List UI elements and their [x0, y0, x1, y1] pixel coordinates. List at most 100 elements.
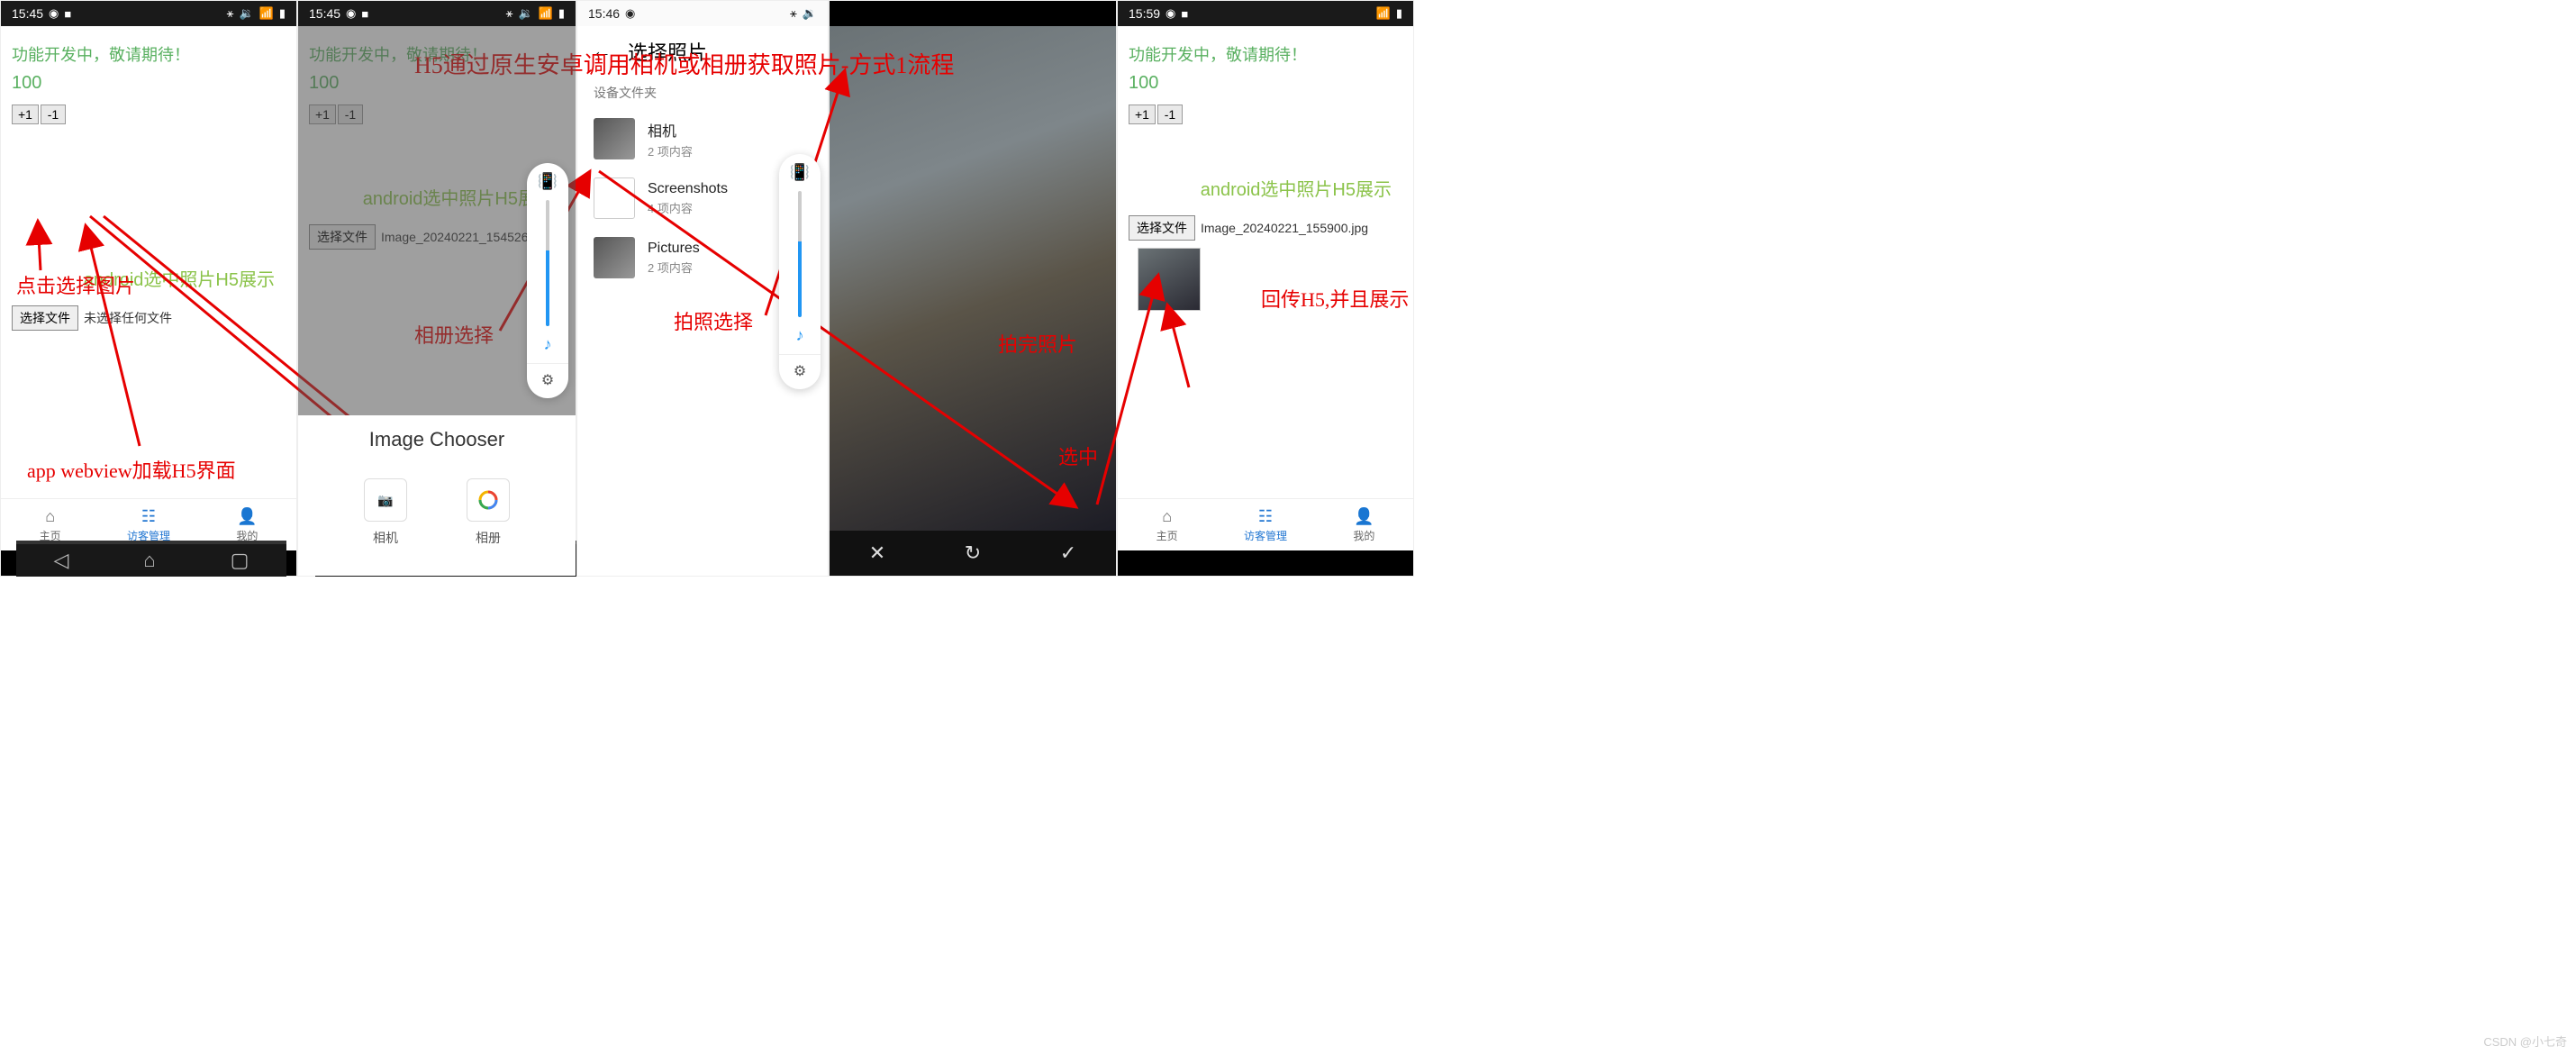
vibrate-icon: 🔉 — [518, 6, 532, 21]
h5-title: android选中照片H5展示 — [12, 259, 286, 296]
home-icon[interactable]: ⌂ — [143, 549, 155, 572]
minus-button[interactable]: -1 — [1157, 105, 1183, 124]
vibrate-icon: 🔉 — [803, 6, 817, 21]
folder-name: Pictures — [648, 241, 700, 257]
plus-button[interactable]: +1 — [12, 105, 39, 124]
section-device: 设备文件夹 — [577, 77, 828, 109]
choose-file-button[interactable]: 选择文件 — [1129, 215, 1195, 241]
browser-icon: ◉ — [49, 6, 59, 21]
recents-icon[interactable]: ▢ — [231, 549, 249, 572]
folder-name: Screenshots — [648, 181, 728, 197]
folder-count: 2 项内容 — [648, 259, 700, 276]
screen-camera: ✕ ↻ ✓ — [829, 0, 1117, 577]
status-time: 15:46 — [588, 6, 620, 21]
nav-mine[interactable]: 👤 我的 — [1315, 499, 1413, 550]
vibrate-icon[interactable]: 📳 — [790, 163, 810, 182]
counter: 100 — [12, 73, 286, 94]
home-icon: ⌂ — [45, 507, 55, 526]
android-nav: ◁ ⌂ ▢ — [16, 541, 286, 577]
preview-image — [1138, 248, 1201, 311]
screen-initial: 15:45 ◉ ■ ⚹ 🔉 📶 ▮ 功能开发中，敬请期待！ 100 +1 -1 … — [0, 0, 297, 577]
nav-home[interactable]: ⌂ 主页 — [1118, 499, 1216, 550]
h5-title: android选中照片H5展示 — [1129, 169, 1402, 206]
retake-icon[interactable]: ↻ — [965, 541, 981, 565]
plus-button[interactable]: +1 — [1129, 105, 1156, 124]
browser-icon: ◉ — [1166, 6, 1175, 21]
settings-icon[interactable]: ⚙ — [527, 363, 568, 389]
square-icon: ■ — [361, 7, 368, 21]
signal-icon: ▮ — [558, 6, 565, 21]
folder-count: 2 项内容 — [648, 142, 693, 159]
nav-visitor[interactable]: ☷ 访客管理 — [1216, 499, 1314, 550]
back-icon[interactable]: ◁ — [53, 549, 68, 572]
status-time: 15:45 — [309, 6, 340, 21]
status-time: 15:59 — [1129, 6, 1160, 21]
signal-icon: ▮ — [279, 6, 286, 21]
back-icon[interactable]: ← — [592, 40, 612, 63]
grid-icon: ☷ — [141, 507, 156, 526]
screen-chooser: 15:45 ◉ ■ ⚹ 🔉 📶 ▮ 功能开发中，敬请期待！ 100 +1 -1 … — [297, 0, 576, 577]
settings-icon[interactable]: ⚙ — [779, 354, 821, 380]
folder-thumb — [594, 118, 635, 159]
note-icon: ♪ — [796, 326, 804, 345]
camera-viewfinder — [830, 26, 1116, 531]
screen-picker: 15:46 ◉ ⚹ 🔉 ← 选择照片 📳 ♪ ⚙ 设备文件夹 相机 2 项内容 … — [576, 0, 829, 577]
nav-visitor-label: 访客管理 — [1244, 528, 1287, 543]
status-time: 15:45 — [12, 6, 43, 21]
bluetooth-icon: ⚹ — [227, 6, 234, 21]
choose-file-button[interactable]: 选择文件 — [12, 305, 78, 331]
chooser-camera[interactable]: 📷 相机 — [364, 478, 407, 547]
status-bar: 15:45 ◉ ■ ⚹ 🔉 📶 ▮ — [1, 1, 296, 26]
bluetooth-icon: ⚹ — [790, 6, 797, 21]
photos-icon — [467, 478, 510, 522]
screen-result: 15:59 ◉ ■ 📶 ▮ 功能开发中，敬请期待！ 100 +1 -1 andr… — [1117, 0, 1414, 577]
browser-icon: ◉ — [625, 6, 635, 21]
file-status: 未选择任何文件 — [84, 309, 172, 327]
folder-thumb — [594, 237, 635, 278]
chooser-album[interactable]: 相册 — [467, 478, 510, 547]
counter: 100 — [1129, 73, 1402, 94]
square-icon: ■ — [64, 7, 71, 21]
cancel-icon[interactable]: ✕ — [869, 541, 885, 565]
status-bar: 15:59 ◉ ■ 📶 ▮ — [1118, 1, 1413, 26]
user-icon: 👤 — [1354, 507, 1374, 526]
home-icon: ⌂ — [1162, 507, 1172, 526]
wifi-icon: 📶 — [1376, 6, 1391, 21]
note-icon: ♪ — [544, 335, 552, 354]
chooser-album-label: 相册 — [476, 529, 501, 547]
chooser-sheet: Image Chooser 📷 相机 相册 — [298, 415, 576, 576]
status-bar: 15:46 ◉ ⚹ 🔉 — [577, 1, 828, 26]
folder-name: 相机 — [648, 119, 693, 141]
minus-button[interactable]: -1 — [41, 105, 66, 124]
user-icon: 👤 — [237, 507, 257, 526]
watermark: CSDN @小七奇 — [2483, 1032, 2567, 1050]
confirm-icon[interactable]: ✓ — [1060, 541, 1076, 565]
volume-panel[interactable]: 📳 ♪ ⚙ — [527, 163, 568, 398]
browser-icon: ◉ — [346, 6, 356, 21]
system-nav — [1118, 550, 1413, 576]
nav-mine-label: 我的 — [1353, 528, 1374, 543]
status-bar: 15:45 ◉ ■ ⚹ 🔉 📶 ▮ — [298, 1, 576, 26]
bluetooth-icon: ⚹ — [506, 6, 513, 21]
status-bar — [830, 1, 1116, 26]
nav-home-label: 主页 — [1156, 528, 1178, 543]
wifi-icon: 📶 — [259, 6, 274, 21]
folder-count: 4 项内容 — [648, 199, 728, 216]
file-status: Image_20240221_155900.jpg — [1201, 221, 1368, 235]
camera-confirm-bar: ✕ ↻ ✓ — [830, 531, 1116, 576]
square-icon: ■ — [1181, 7, 1188, 21]
chooser-title: Image Chooser — [298, 428, 576, 451]
signal-icon: ▮ — [1396, 6, 1402, 21]
wifi-icon: 📶 — [539, 6, 553, 21]
camera-icon: 📷 — [364, 478, 407, 522]
volume-slider[interactable] — [546, 200, 549, 326]
vibrate-icon[interactable]: 📳 — [538, 172, 558, 191]
develop-msg: 功能开发中，敬请期待！ — [1129, 42, 1402, 66]
vibrate-icon: 🔉 — [239, 6, 253, 21]
volume-panel[interactable]: 📳 ♪ ⚙ — [779, 154, 821, 389]
picker-title: 选择照片 — [628, 37, 707, 66]
volume-slider[interactable] — [798, 191, 802, 317]
grid-icon: ☷ — [1258, 507, 1273, 526]
chooser-camera-label: 相机 — [373, 529, 398, 547]
develop-msg: 功能开发中，敬请期待！ — [12, 42, 286, 66]
